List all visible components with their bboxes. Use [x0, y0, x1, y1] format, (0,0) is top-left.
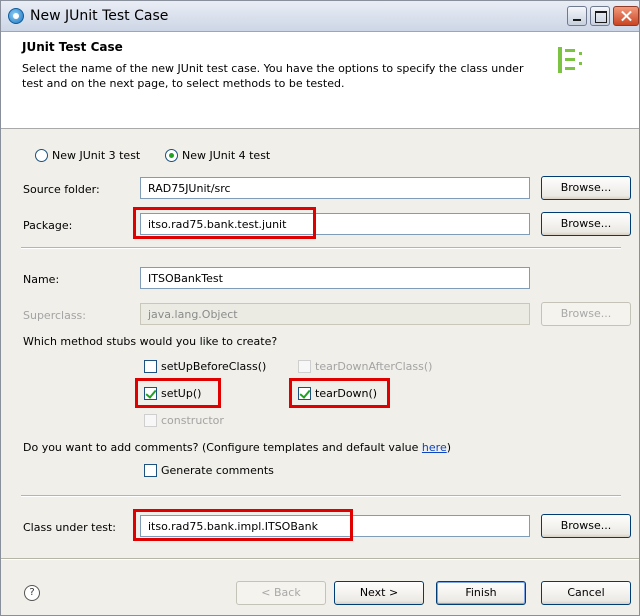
- class-under-test-label: Class under test:: [23, 521, 116, 534]
- method-stubs-question: Which method stubs would you like to cre…: [23, 335, 278, 348]
- superclass-field[interactable]: java.lang.Object: [140, 303, 530, 325]
- junit3-radio-label: New JUnit 3 test: [52, 149, 141, 162]
- back-button[interactable]: < Back: [236, 581, 326, 605]
- help-icon[interactable]: ?: [24, 585, 40, 601]
- close-button[interactable]: [613, 6, 639, 26]
- minimize-button[interactable]: [567, 6, 587, 26]
- package-highlight-box: [133, 207, 316, 239]
- class-under-test-highlight-box: [133, 509, 353, 541]
- source-folder-label: Source folder:: [23, 183, 100, 196]
- generate-comments-checkbox[interactable]: [144, 464, 157, 477]
- dialog-window: New JUnit Test Case JUnit Test Case Sele…: [0, 0, 640, 616]
- package-browse-button[interactable]: Browse...: [541, 212, 631, 236]
- teardownafterclass-label: tearDownAfterClass(): [315, 360, 433, 373]
- superclass-label: Superclass:: [23, 309, 86, 322]
- header-title: JUnit Test Case: [22, 40, 123, 54]
- generate-comments-label: Generate comments: [161, 464, 274, 477]
- eclipse-app-icon: [8, 8, 24, 24]
- comments-question-suffix: ): [446, 441, 452, 454]
- header-description: Select the name of the new JUnit test ca…: [22, 62, 524, 90]
- wizard-header: JUnit Test Case Select the name of the n…: [1, 32, 639, 129]
- window-title: New JUnit Test Case: [30, 8, 169, 24]
- configure-templates-link[interactable]: here: [422, 441, 447, 454]
- class-under-test-browse-button[interactable]: Browse...: [541, 514, 631, 538]
- superclass-browse-button[interactable]: Browse...: [541, 302, 631, 326]
- footer-separator: [1, 558, 639, 560]
- cancel-button[interactable]: Cancel: [541, 581, 631, 605]
- name-label: Name:: [23, 273, 60, 286]
- teardownafterclass-checkbox[interactable]: [298, 360, 311, 373]
- comments-question-text: Do you want to add comments? (Configure …: [23, 441, 422, 454]
- constructor-checkbox[interactable]: [144, 414, 157, 427]
- constructor-label: constructor: [161, 414, 224, 427]
- separator-top: [21, 247, 621, 249]
- setup-highlight-box: [135, 378, 221, 408]
- next-button[interactable]: Next >: [334, 581, 424, 605]
- setupbeforeclass-label: setUpBeforeClass(): [161, 360, 267, 373]
- junit4-radio[interactable]: [165, 149, 178, 162]
- name-field[interactable]: ITSOBankTest: [140, 267, 530, 289]
- finish-button[interactable]: Finish: [436, 581, 526, 605]
- setupbeforeclass-checkbox[interactable]: [144, 360, 157, 373]
- junit3-radio[interactable]: [35, 149, 48, 162]
- title-bar[interactable]: New JUnit Test Case: [1, 1, 639, 32]
- source-folder-field[interactable]: RAD75JUnit/src: [140, 177, 530, 199]
- separator-bottom: [21, 495, 621, 497]
- junit-wizard-icon: [558, 47, 582, 73]
- comments-question: Do you want to add comments? (Configure …: [23, 441, 451, 454]
- teardown-highlight-box: [289, 378, 390, 408]
- package-label: Package:: [23, 219, 73, 232]
- source-folder-browse-button[interactable]: Browse...: [541, 176, 631, 200]
- junit4-radio-label: New JUnit 4 test: [182, 149, 271, 162]
- maximize-button[interactable]: [590, 6, 610, 26]
